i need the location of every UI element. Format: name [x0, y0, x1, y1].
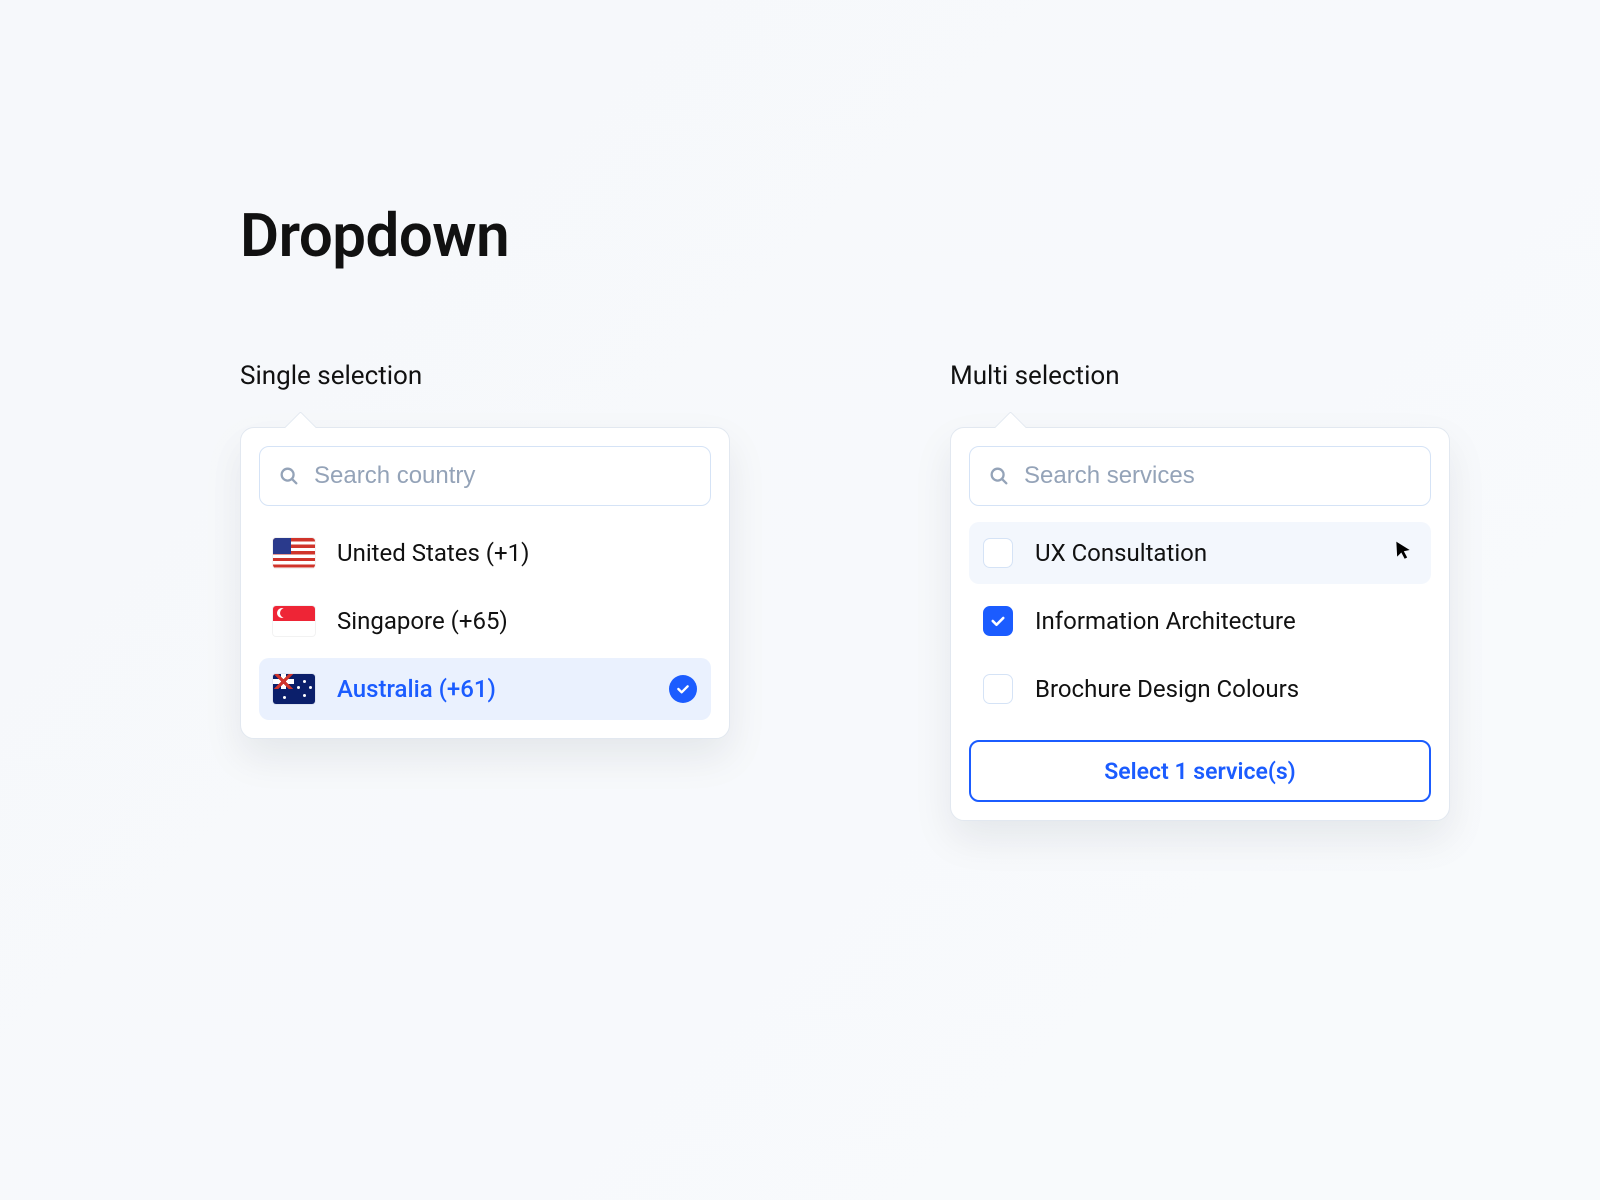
services-search-input[interactable]	[1024, 462, 1412, 490]
services-option-list: UX Consultation Information Architecture…	[969, 522, 1431, 720]
cursor-icon	[1393, 540, 1413, 560]
service-option-brochure[interactable]: Brochure Design Colours	[969, 658, 1431, 720]
service-option-label: Brochure Design Colours	[1035, 675, 1417, 703]
flag-au-icon	[273, 674, 315, 704]
checkbox-unchecked-icon[interactable]	[983, 538, 1013, 568]
country-search-box[interactable]	[259, 446, 711, 506]
country-option-sg[interactable]: Singapore (+65)	[259, 590, 711, 652]
page-title: Dropdown	[240, 200, 1450, 271]
search-icon	[278, 465, 300, 487]
services-search-box[interactable]	[969, 446, 1431, 506]
multi-section-label: Multi selection	[950, 361, 1450, 391]
country-option-list: United States (+1) Singapore (+65)	[259, 522, 711, 720]
single-section-label: Single selection	[240, 361, 730, 391]
multi-dropdown-panel: UX Consultation Information Architecture…	[950, 427, 1450, 821]
country-option-label: Singapore (+65)	[337, 607, 697, 635]
service-option-ia[interactable]: Information Architecture	[969, 590, 1431, 652]
country-option-us[interactable]: United States (+1)	[259, 522, 711, 584]
flag-sg-icon	[273, 606, 315, 636]
flag-us-icon	[273, 538, 315, 568]
country-search-input[interactable]	[314, 462, 692, 490]
search-icon	[988, 465, 1010, 487]
country-option-au[interactable]: Australia (+61)	[259, 658, 711, 720]
service-option-ux[interactable]: UX Consultation	[969, 522, 1431, 584]
checkbox-unchecked-icon[interactable]	[983, 674, 1013, 704]
checkbox-checked-icon[interactable]	[983, 606, 1013, 636]
single-dropdown-panel: United States (+1) Singapore (+65)	[240, 427, 730, 739]
country-option-label: United States (+1)	[337, 539, 697, 567]
service-option-label: UX Consultation	[1035, 539, 1417, 567]
service-option-label: Information Architecture	[1035, 607, 1417, 635]
selected-check-icon	[669, 675, 697, 703]
select-services-button[interactable]: Select 1 service(s)	[969, 740, 1431, 802]
country-option-label: Australia (+61)	[337, 675, 647, 703]
